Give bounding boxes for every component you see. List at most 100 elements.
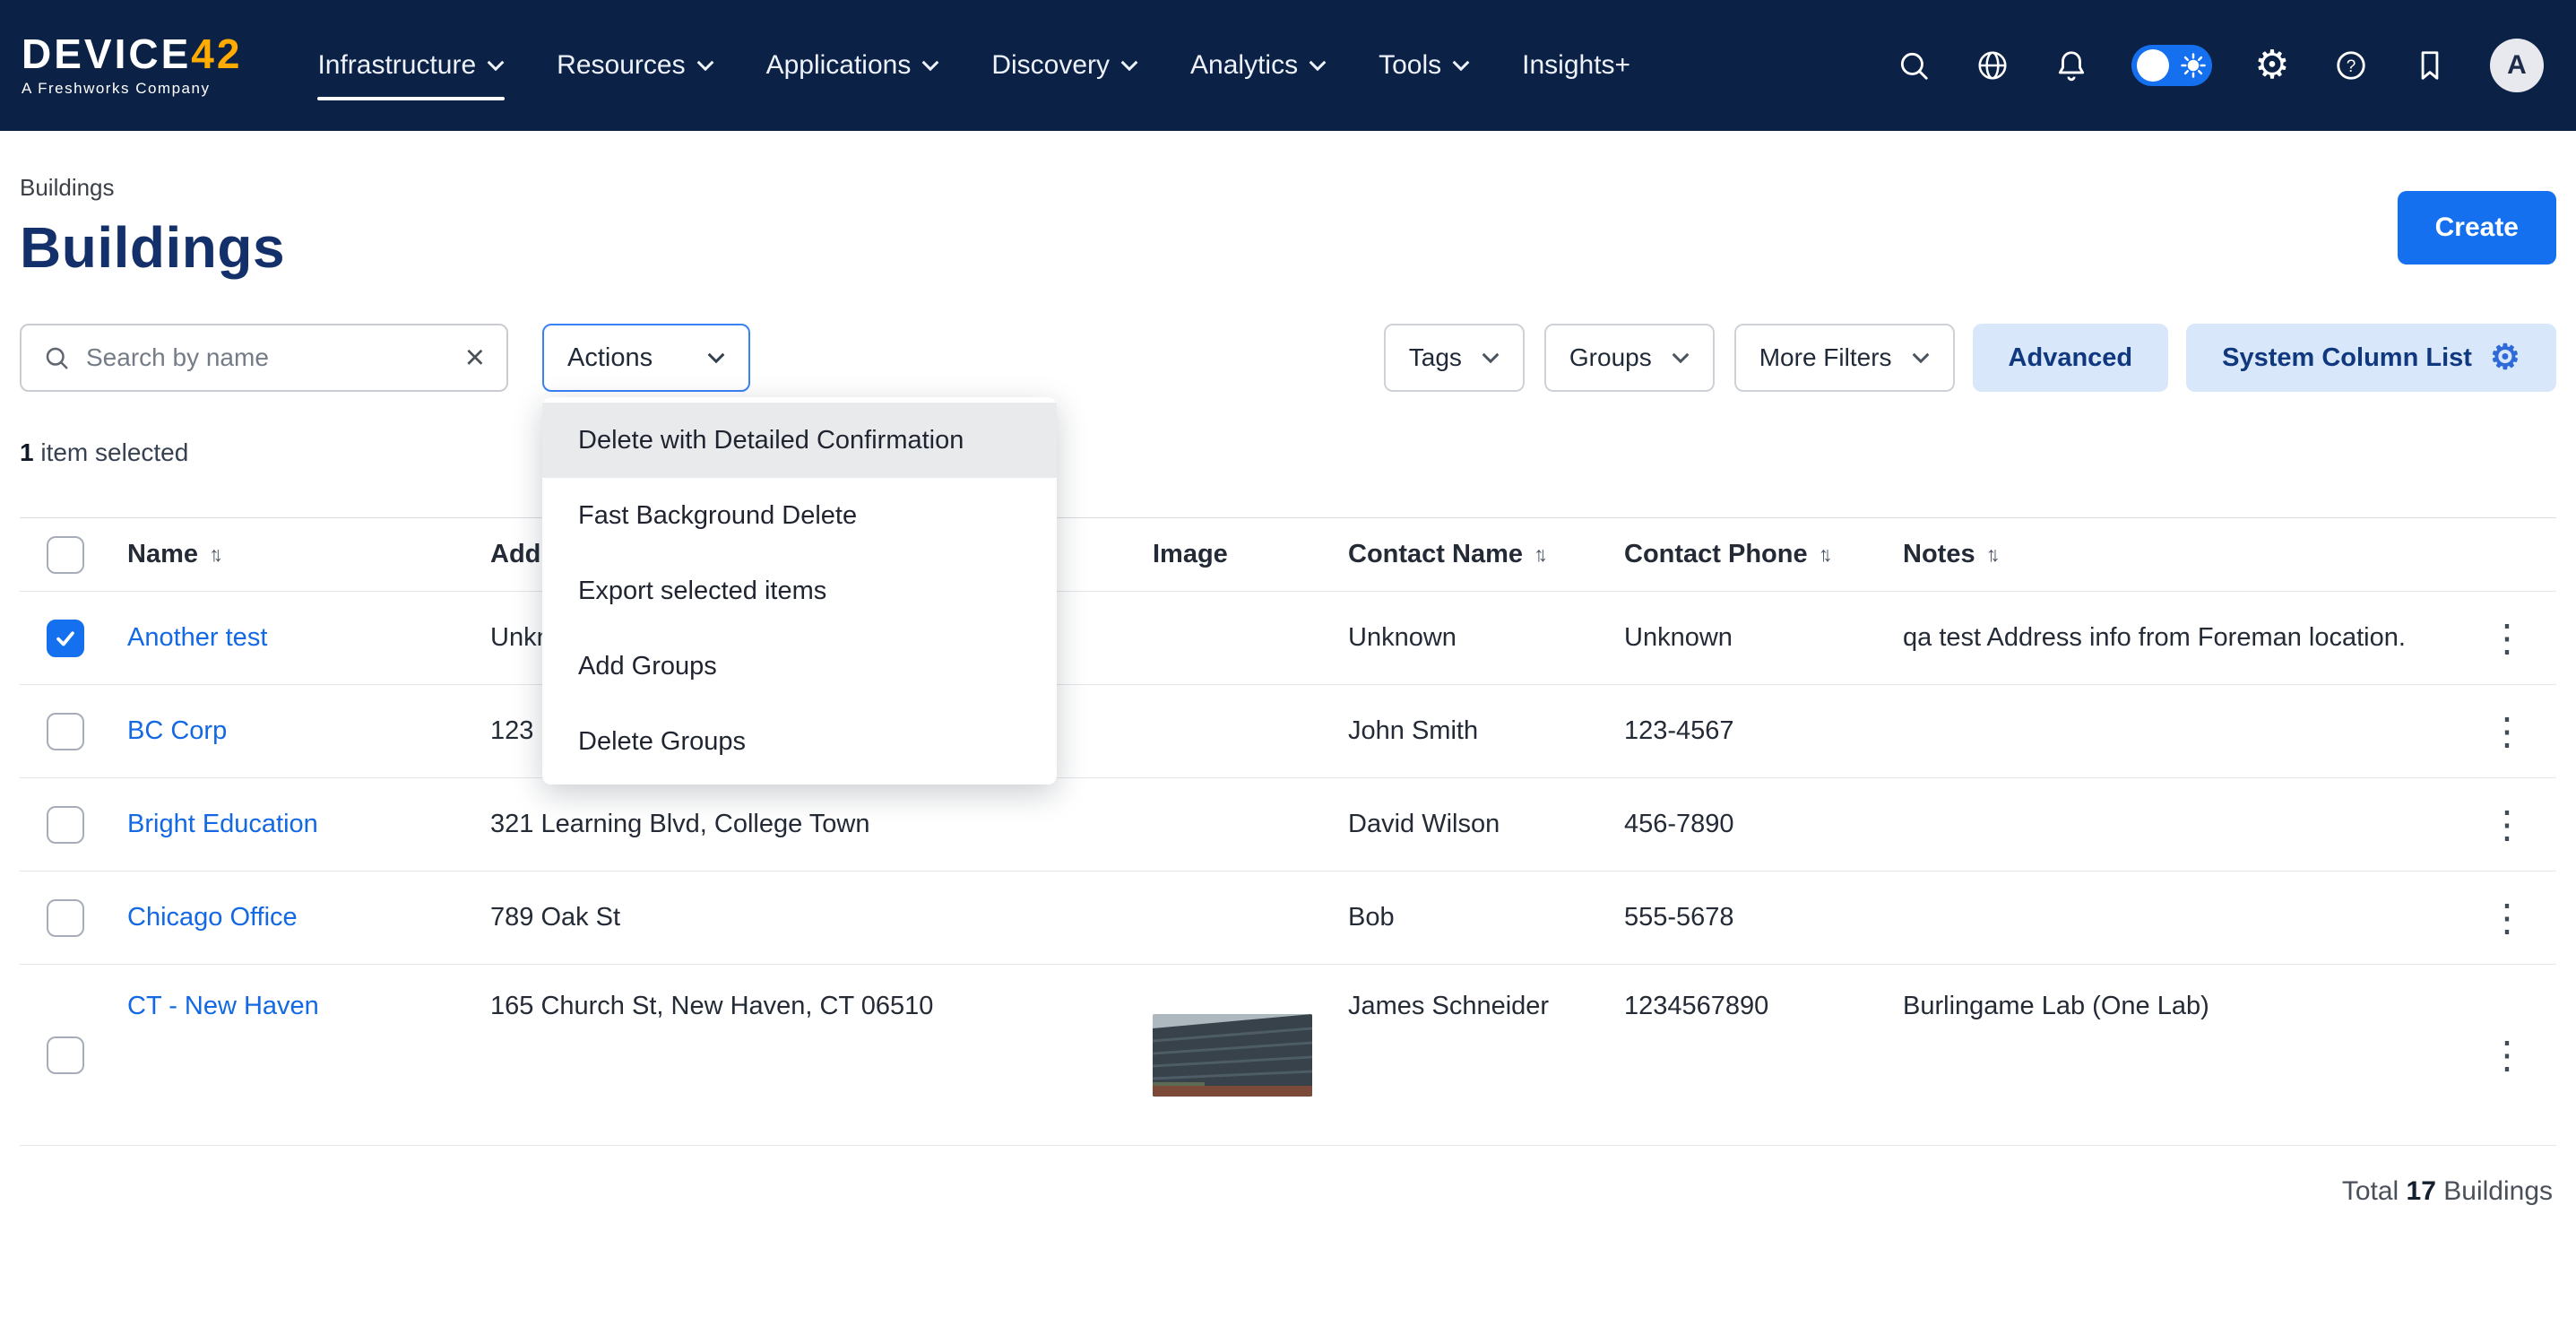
building-photo[interactable]	[1153, 1014, 1312, 1097]
page-title: Buildings	[20, 214, 285, 281]
system-column-list-button[interactable]: System Column List ⚙	[2186, 324, 2556, 392]
row-menu-kebab-icon[interactable]: ⋮	[2488, 897, 2526, 939]
gear-glyph: ⚙	[2254, 46, 2289, 85]
clear-search-icon[interactable]: ×	[465, 341, 485, 375]
menu-item-fast-delete[interactable]: Fast Background Delete	[542, 478, 1057, 553]
building-name-link[interactable]: Another test	[127, 623, 267, 652]
building-name-link[interactable]: Chicago Office	[127, 903, 298, 932]
advanced-label: Advanced	[2009, 343, 2133, 373]
notes-cell: qa test Address info from Foreman locati…	[1903, 623, 2452, 653]
settings-gear-icon[interactable]: ⚙	[2253, 47, 2291, 84]
gear-icon: ⚙	[2490, 341, 2520, 375]
table-row: BC Corp 123 Main St John Smith 123-4567 …	[20, 685, 2556, 778]
advanced-button[interactable]: Advanced	[1973, 324, 2169, 392]
row-checkbox[interactable]	[47, 899, 84, 937]
nav-item-tools[interactable]: Tools	[1379, 50, 1470, 81]
actions-label: Actions	[567, 343, 653, 373]
chevron-down-icon	[707, 352, 725, 363]
menu-item-add-groups[interactable]: Add Groups	[542, 629, 1057, 704]
image-cell	[1153, 1014, 1348, 1097]
nav-label: Discovery	[991, 50, 1110, 81]
help-icon[interactable]: ?	[2332, 47, 2370, 84]
selection-status: 1 item selected	[20, 438, 2556, 467]
notifications-bell-icon[interactable]	[2053, 47, 2090, 84]
globe-icon[interactable]	[1974, 47, 2011, 84]
contact-name-cell: James Schneider	[1348, 965, 1624, 1021]
menu-item-export[interactable]: Export selected items	[542, 553, 1057, 629]
breadcrumb[interactable]: Buildings	[20, 174, 285, 202]
toggle-knob	[2137, 49, 2169, 82]
system-column-label: System Column List	[2222, 343, 2472, 373]
row-menu-kebab-icon[interactable]: ⋮	[2488, 1034, 2526, 1076]
menu-item-delete-detailed[interactable]: Delete with Detailed Confirmation	[542, 403, 1057, 478]
column-header-name[interactable]: Name↑↓	[127, 540, 490, 569]
building-name-link[interactable]: CT - New Haven	[127, 992, 319, 1020]
row-menu-kebab-icon[interactable]: ⋮	[2488, 803, 2526, 845]
table-row: CT - New Haven 165 Church St, New Haven,…	[20, 965, 2556, 1146]
create-button[interactable]: Create	[2398, 191, 2556, 264]
column-header-contact-name[interactable]: Contact Name↑↓	[1348, 540, 1624, 569]
check-icon	[54, 627, 77, 650]
building-name-link[interactable]: BC Corp	[127, 716, 227, 745]
brand-tagline: A Freshworks Company	[22, 80, 242, 98]
nav-item-analytics[interactable]: Analytics	[1190, 50, 1327, 81]
address-cell: 789 Oak St	[490, 903, 1153, 932]
nav-label: Tools	[1379, 50, 1441, 81]
actions-menu: Delete with Detailed Confirmation Fast B…	[542, 397, 1057, 785]
toolbar: × Actions Delete with Detailed Confirmat…	[20, 324, 2556, 392]
search-icon[interactable]	[1895, 47, 1932, 84]
contact-phone-cell: 555-5678	[1624, 903, 1903, 932]
nav-item-resources[interactable]: Resources	[557, 50, 713, 81]
chevron-down-icon	[1672, 352, 1690, 363]
chevron-down-icon	[921, 60, 939, 71]
chevron-down-icon	[487, 60, 505, 71]
contact-phone-cell: Unknown	[1624, 623, 1903, 653]
actions-dropdown[interactable]: Actions	[542, 324, 750, 392]
select-all-checkbox[interactable]	[47, 536, 84, 574]
notes-cell: Burlingame Lab (One Lab)	[1903, 965, 2452, 1021]
row-checkbox[interactable]	[47, 713, 84, 750]
tags-label: Tags	[1409, 343, 1462, 372]
contact-name-cell: David Wilson	[1348, 810, 1624, 839]
chevron-down-icon	[1120, 60, 1138, 71]
nav-item-applications[interactable]: Applications	[766, 50, 940, 81]
tags-filter[interactable]: Tags	[1384, 324, 1525, 392]
column-header-contact-phone[interactable]: Contact Phone↑↓	[1624, 540, 1903, 569]
contact-phone-cell: 123-4567	[1624, 716, 1903, 746]
row-checkbox[interactable]	[47, 1036, 84, 1074]
device42-logo[interactable]: DEVICE42 A Freshworks Company	[22, 33, 242, 98]
row-checkbox[interactable]	[47, 620, 84, 657]
user-avatar[interactable]: A	[2490, 39, 2544, 92]
brand-name: DEVICE42	[22, 33, 242, 74]
menu-item-delete-groups[interactable]: Delete Groups	[542, 704, 1057, 779]
groups-filter[interactable]: Groups	[1544, 324, 1715, 392]
row-checkbox[interactable]	[47, 806, 84, 844]
chevron-down-icon	[1309, 60, 1327, 71]
row-menu-kebab-icon[interactable]: ⋮	[2488, 710, 2526, 752]
more-filters[interactable]: More Filters	[1734, 324, 1955, 392]
contact-phone-cell: 456-7890	[1624, 810, 1903, 839]
sort-icon: ↑↓	[209, 542, 223, 567]
brand-accent: 42	[191, 30, 242, 77]
search-box: ×	[20, 324, 508, 392]
page-content: Buildings Buildings Create × Actions Del…	[0, 174, 2576, 1207]
address-cell: 321 Learning Blvd, College Town	[490, 810, 1153, 839]
theme-toggle[interactable]	[2131, 45, 2212, 86]
building-name-link[interactable]: Bright Education	[127, 810, 318, 838]
bookmark-icon[interactable]	[2411, 47, 2449, 84]
nav-item-discovery[interactable]: Discovery	[991, 50, 1138, 81]
table-row: Another test Unknown Unknown Unknown qa …	[20, 592, 2556, 685]
svg-text:?: ?	[2347, 57, 2356, 76]
nav-label: Resources	[557, 50, 685, 81]
table-header-row: Name↑↓ Address↑↓ Image Contact Name↑↓ Co…	[20, 518, 2556, 592]
selection-count: 1	[20, 438, 34, 466]
nav-item-insights[interactable]: Insights+	[1522, 50, 1630, 81]
row-menu-kebab-icon[interactable]: ⋮	[2488, 617, 2526, 659]
nav-item-infrastructure[interactable]: Infrastructure	[317, 50, 505, 81]
column-header-notes[interactable]: Notes↑↓	[1903, 540, 2452, 569]
main-nav: Infrastructure Resources Applications Di…	[317, 0, 1630, 131]
search-input[interactable]	[86, 343, 449, 372]
groups-label: Groups	[1569, 343, 1652, 372]
contact-name-cell: Unknown	[1348, 623, 1624, 653]
table-row: Bright Education 321 Learning Blvd, Coll…	[20, 778, 2556, 871]
